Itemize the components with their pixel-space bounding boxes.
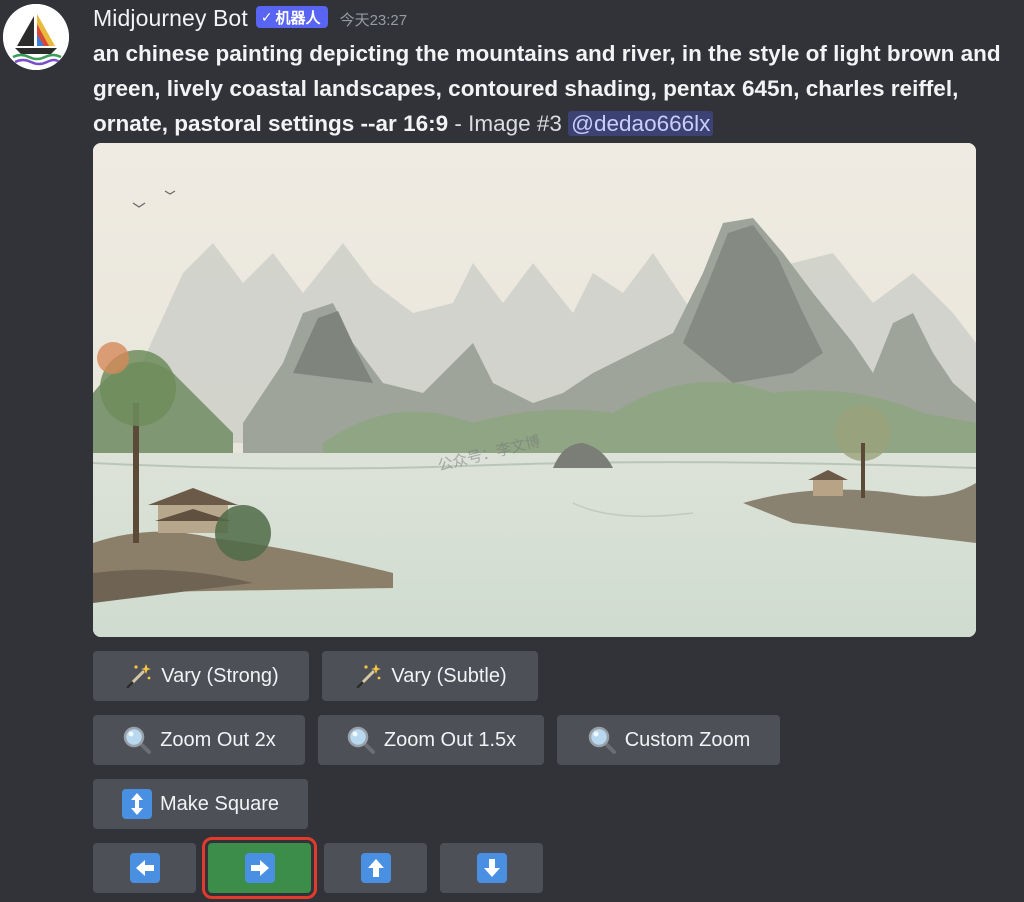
pan-up-button[interactable]: [324, 843, 427, 893]
generated-image[interactable]: 公众号：李文博: [93, 143, 976, 637]
vary-subtle-button[interactable]: Vary (Subtle): [322, 651, 538, 701]
vary-strong-label: Vary (Strong): [161, 664, 279, 687]
zoom-out-2x-button[interactable]: Zoom Out 2x: [93, 715, 305, 765]
vary-strong-button[interactable]: Vary (Strong): [93, 651, 309, 701]
magic-wand-icon: [123, 661, 153, 691]
bot-badge: ✓ 机器人: [255, 6, 328, 28]
chat-message: Midjourney Bot ✓ 机器人 今天23:27 an chinese …: [0, 0, 1024, 902]
message-content: an chinese painting depicting the mounta…: [93, 36, 1013, 141]
checkmark-icon: ✓: [260, 8, 273, 25]
zoom-out-1-5x-button[interactable]: Zoom Out 1.5x: [318, 715, 544, 765]
make-square-button[interactable]: Make Square: [93, 779, 308, 829]
custom-zoom-label: Custom Zoom: [624, 728, 751, 751]
zoom-out-1-5x-label: Zoom Out 1.5x: [383, 728, 517, 751]
arrow-left-icon: [129, 853, 160, 883]
custom-zoom-button[interactable]: Custom Zoom: [557, 715, 780, 765]
user-mention[interactable]: @dedao666lx: [568, 111, 714, 136]
pan-down-button[interactable]: [440, 843, 543, 893]
magnifier-icon: [346, 725, 376, 755]
author-name[interactable]: Midjourney Bot: [93, 5, 248, 32]
image-number: - Image #3: [448, 111, 569, 136]
bot-avatar[interactable]: [3, 4, 69, 70]
arrow-up-icon: [360, 853, 391, 883]
make-square-label: Make Square: [160, 792, 279, 815]
magnifier-icon: [587, 725, 617, 755]
magic-wand-icon: [353, 661, 383, 691]
arrow-right-icon: [244, 853, 275, 883]
arrow-down-icon: [476, 853, 507, 883]
vary-subtle-label: Vary (Subtle): [391, 664, 507, 687]
sailboat-logo-icon: [3, 4, 69, 70]
pan-left-button[interactable]: [93, 843, 196, 893]
bot-badge-label: 机器人: [275, 9, 321, 27]
pan-right-button[interactable]: [202, 837, 317, 899]
magnifier-icon: [122, 725, 152, 755]
up-down-arrow-icon: [122, 789, 153, 819]
message-timestamp[interactable]: 今天23:27: [340, 9, 408, 30]
landscape-painting: [93, 143, 976, 637]
message-header: Midjourney Bot ✓ 机器人 今天23:27: [93, 2, 407, 34]
zoom-out-2x-label: Zoom Out 2x: [160, 728, 276, 751]
